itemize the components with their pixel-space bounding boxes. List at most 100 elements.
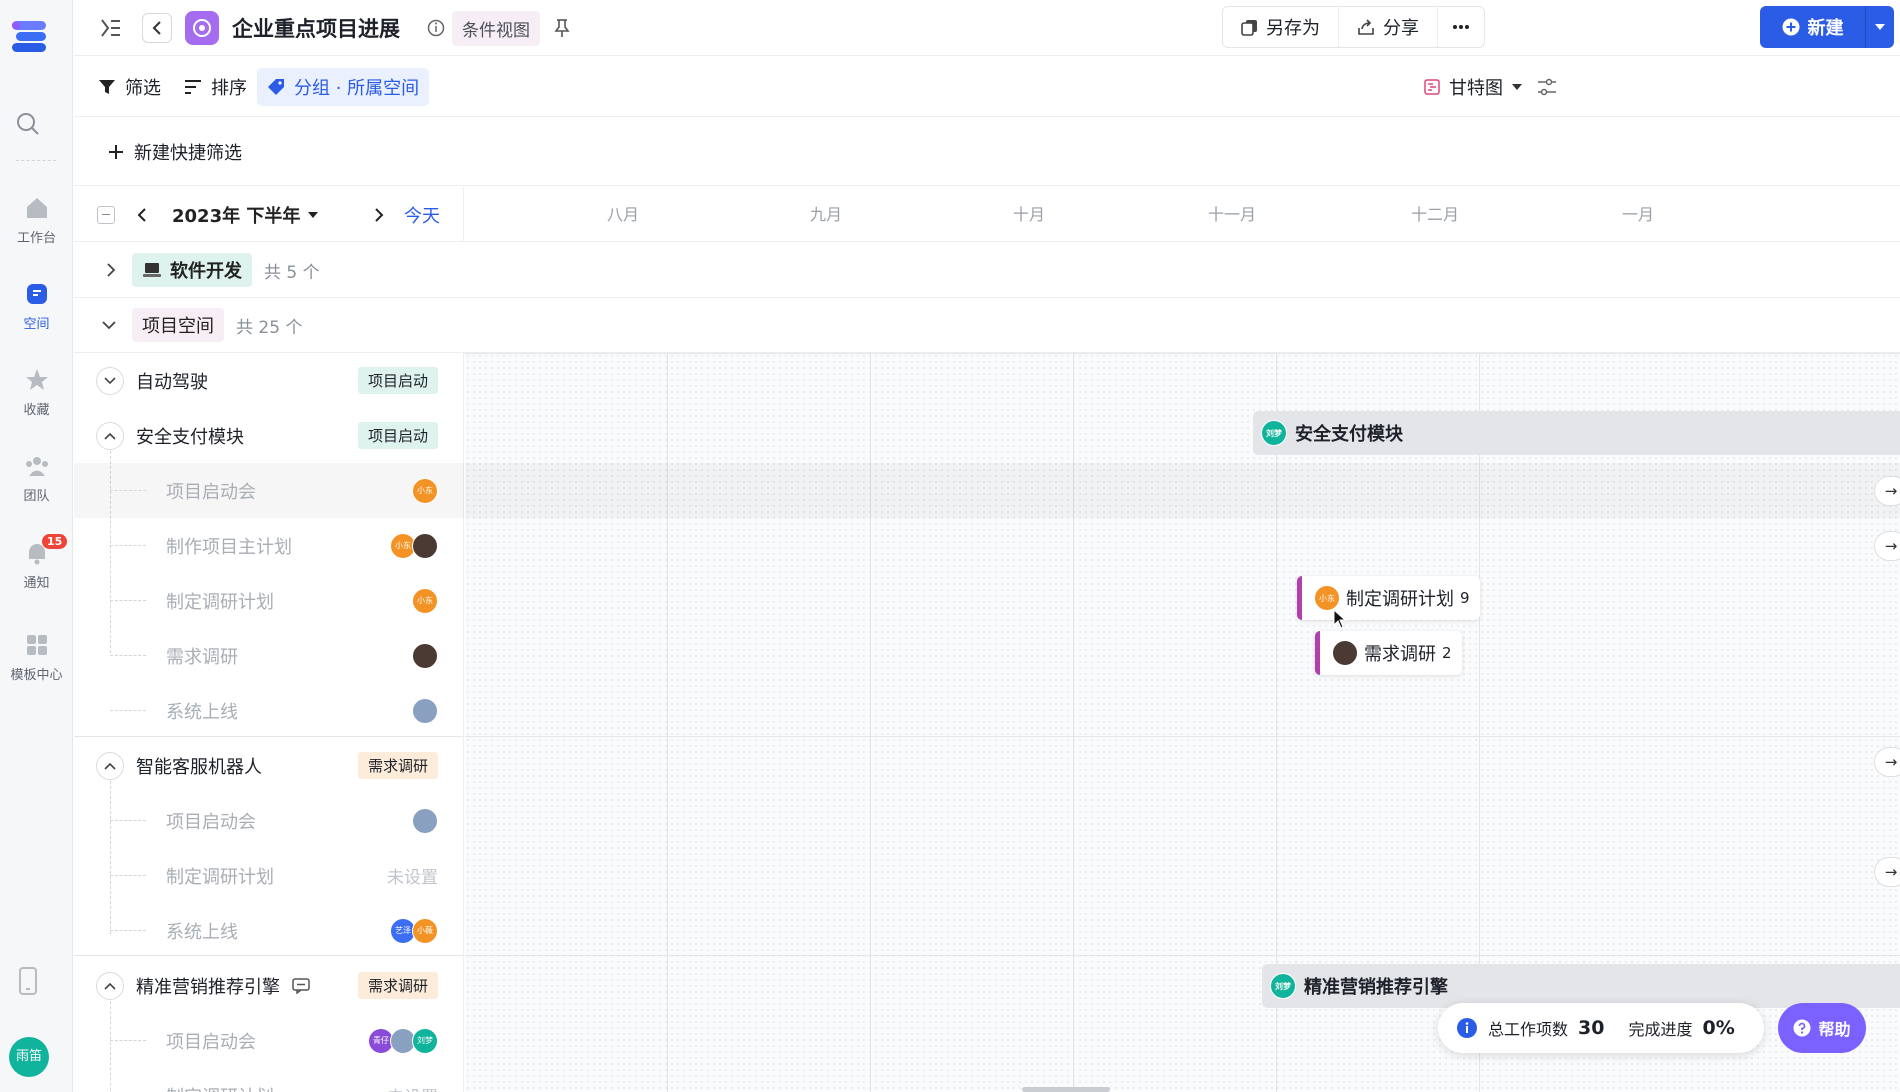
task-row[interactable]: 制定调研计划 小东	[74, 573, 464, 628]
sort-button[interactable]: 排序	[174, 68, 257, 106]
scroll-to-task-button[interactable]: →	[1874, 476, 1900, 506]
assignee-unset[interactable]: 未设置	[387, 863, 438, 888]
task-row[interactable]: 项目启动会 小东	[74, 463, 464, 518]
new-button[interactable]: 新建	[1760, 6, 1894, 48]
group-row-software[interactable]: 软件开发 共 5 个	[74, 243, 1900, 298]
collapse-sidebar-icon[interactable]	[100, 0, 122, 56]
period-selector[interactable]: 2023年 下半年	[172, 202, 319, 228]
sort-icon	[185, 80, 201, 94]
task-chip[interactable]: 小东 制定调研计划 9	[1297, 576, 1480, 620]
caret-down-icon	[308, 211, 319, 218]
total-label: 总工作项数	[1488, 1020, 1569, 1039]
tree-branch	[110, 1040, 146, 1041]
chevron-up-icon	[104, 762, 116, 770]
scroll-to-task-button[interactable]: →	[1874, 531, 1900, 561]
info-icon[interactable]	[427, 0, 445, 56]
collapse-all-checkbox[interactable]	[97, 205, 115, 224]
project-bar[interactable]: 刘梦 安全支付模块	[1253, 411, 1900, 455]
chevron-down-icon[interactable]	[102, 320, 116, 330]
app-logo-icon[interactable]	[6, 18, 50, 54]
view-tag-wrap: 条件视图	[452, 0, 540, 56]
row-divider	[465, 955, 1900, 956]
new-quick-filter-button[interactable]: 新建快捷筛选	[74, 118, 1900, 186]
task-row[interactable]: 需求调研	[74, 628, 464, 683]
task-row[interactable]: 项目启动会 青仔 刘梦	[74, 1013, 464, 1068]
chevron-right-icon[interactable]	[106, 263, 116, 277]
task-name: 项目启动会	[166, 1031, 256, 1053]
project-row[interactable]: 智能客服机器人 需求调研	[74, 738, 464, 793]
save-as-button[interactable]: 另存为	[1223, 7, 1339, 47]
project-name: 精准营销推荐引擎	[136, 976, 280, 998]
collapse-toggle[interactable]	[96, 751, 124, 780]
chevron-down-icon	[104, 376, 116, 384]
task-row[interactable]: 系统上线	[74, 683, 464, 738]
save-as-label: 另存为	[1266, 18, 1320, 39]
today-button[interactable]: 今天	[404, 202, 440, 228]
settings-sliders-icon[interactable]	[1537, 78, 1557, 96]
quick-filter-label: 新建快捷筛选	[134, 142, 242, 164]
filter-label: 筛选	[125, 78, 161, 99]
project-row[interactable]: 自动驾驶 项目启动	[74, 353, 464, 408]
horizontal-scrollbar[interactable]	[1022, 1087, 1110, 1092]
rail-divider	[16, 160, 56, 161]
rail-item-notifications[interactable]: 15 通知	[0, 534, 73, 591]
task-row[interactable]: 制定调研计划 未设置	[74, 848, 464, 903]
user-avatar[interactable]: 雨笛	[9, 1037, 49, 1077]
new-dropdown-button[interactable]	[1866, 6, 1894, 48]
task-chip[interactable]: 需求调研 2	[1315, 631, 1462, 675]
group-button[interactable]: 分组 · 所属空间	[257, 68, 430, 106]
project-row[interactable]: 安全支付模块 项目启动	[74, 408, 464, 463]
group-row-project-space[interactable]: 项目空间 共 25 个	[74, 298, 1900, 353]
caret-down-icon	[1875, 24, 1885, 30]
task-chip-label: 需求调研	[1364, 644, 1436, 665]
back-button[interactable]	[142, 0, 172, 56]
filter-button[interactable]: 筛选	[88, 68, 171, 106]
share-button[interactable]: 分享	[1339, 7, 1438, 47]
view-tag[interactable]: 条件视图	[452, 10, 540, 46]
tree-branch	[110, 875, 146, 876]
task-row[interactable]: 制定调研计划 未设置	[74, 1068, 464, 1092]
help-icon	[1793, 1019, 1811, 1037]
search-icon[interactable]	[15, 111, 41, 137]
copy-icon	[1241, 19, 1257, 36]
task-row[interactable]: 制作项目主计划 小东	[74, 518, 464, 573]
comment-icon[interactable]	[292, 977, 310, 994]
scroll-to-task-button[interactable]: →	[1874, 857, 1900, 887]
view-mode-selector[interactable]: 甘特图	[1414, 68, 1532, 106]
assignees: 小东	[412, 587, 438, 614]
task-row[interactable]: 系统上线 艺泽 小薇	[74, 903, 464, 958]
new-button-main[interactable]: 新建	[1760, 6, 1866, 48]
rail-item-workbench[interactable]: 工作台	[0, 195, 73, 246]
group-name: 项目空间	[142, 316, 214, 337]
view-mode-label: 甘特图	[1449, 78, 1503, 99]
collapse-toggle[interactable]	[96, 971, 124, 1000]
prev-period-icon[interactable]	[136, 207, 148, 223]
laptop-icon	[143, 263, 161, 277]
rail-item-space[interactable]: 空间	[0, 281, 73, 332]
task-name: 制定调研计划	[166, 866, 274, 888]
task-name: 制定调研计划	[166, 1083, 274, 1092]
scroll-to-task-button[interactable]: →	[1874, 747, 1900, 777]
group-tag: 软件开发	[132, 253, 252, 287]
tree-branch	[110, 490, 146, 491]
info-icon	[1457, 1018, 1477, 1038]
task-name: 制作项目主计划	[166, 536, 292, 558]
more-button[interactable]	[1438, 7, 1484, 47]
avatar-photo	[412, 642, 438, 669]
cursor-icon	[1333, 609, 1347, 629]
project-bar[interactable]: 刘梦 精准营销推荐引擎	[1262, 964, 1900, 1008]
expand-toggle[interactable]	[96, 366, 124, 395]
rail-item-favorites[interactable]: 收藏	[0, 367, 73, 418]
status-badge: 项目启动	[357, 422, 438, 449]
task-row[interactable]: 项目启动会	[74, 793, 464, 848]
rail-item-templates[interactable]: 模板中心	[0, 632, 73, 683]
help-button[interactable]: 帮助	[1778, 1003, 1866, 1053]
assignee-unset[interactable]: 未设置	[387, 1083, 438, 1092]
mobile-icon[interactable]	[17, 966, 39, 996]
caret-down-icon	[1512, 84, 1522, 90]
project-row[interactable]: 精准营销推荐引擎 需求调研	[74, 958, 464, 1013]
collapse-toggle[interactable]	[96, 421, 124, 450]
next-period-icon[interactable]	[373, 207, 385, 223]
rail-item-team[interactable]: 团队	[0, 453, 73, 504]
pin-icon[interactable]	[554, 0, 570, 56]
